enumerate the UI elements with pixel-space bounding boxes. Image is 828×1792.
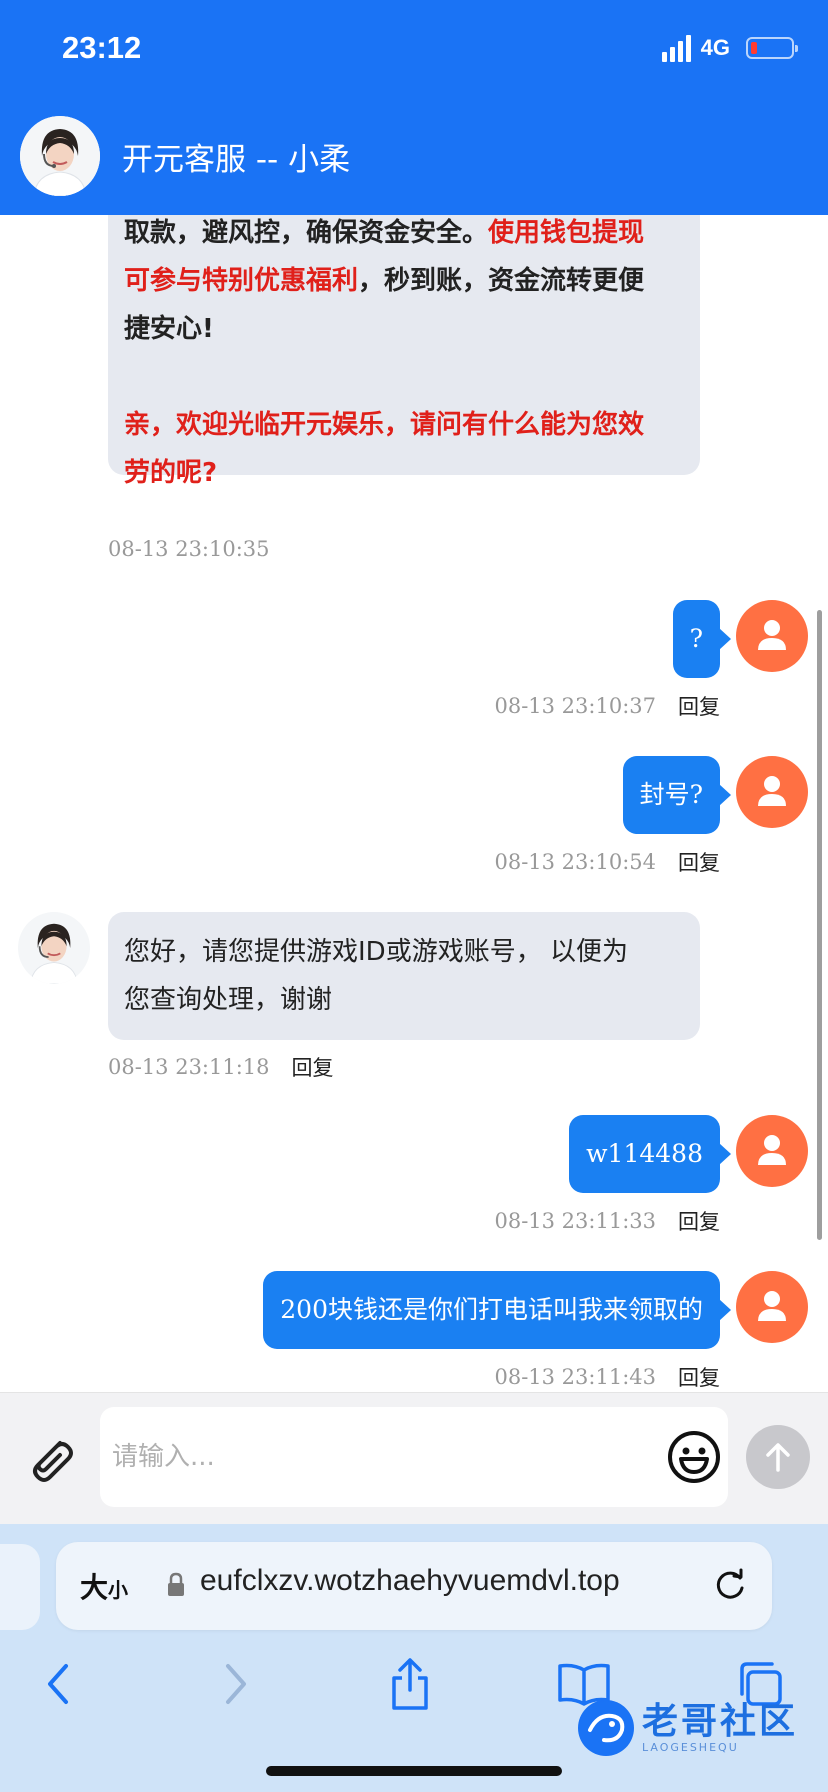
send-button[interactable]: [746, 1425, 810, 1489]
reload-icon[interactable]: [710, 1564, 750, 1604]
message-meta: 08-13 23:11:18 回复: [108, 1052, 334, 1082]
agent-message: 您好，请您提供游戏ID或游戏账号， 以便为 您查询处理，谢谢: [108, 912, 700, 1040]
reply-button[interactable]: 回复: [678, 847, 720, 877]
browser-toolbar: 大小 eufclxzv.wotzhaehyvuemdvl.top 老哥社区 LA…: [0, 1524, 828, 1792]
message-timestamp: 08-13 23:10:37: [494, 694, 656, 718]
reply-button[interactable]: 回复: [678, 1362, 720, 1392]
message-text: 取款，避风控，确保资金安全。: [124, 218, 489, 248]
reply-button[interactable]: 回复: [678, 1206, 720, 1236]
watermark: 老哥社区 LAOGESHEQU: [577, 1700, 798, 1756]
user-avatar: [736, 1271, 808, 1343]
message-timestamp: 08-13 23:11:33: [494, 1209, 656, 1233]
user-message: ?: [672, 600, 732, 678]
status-time: 23:12: [62, 30, 142, 65]
cellular-signal-icon: [661, 34, 691, 62]
message-meta: 08-13 23:11:33 回复: [494, 1206, 720, 1236]
message-text-highlight: 使用钱包提现: [488, 218, 645, 248]
agent-message: 取款，避风控，确保资金安全。使用钱包提现 可参与特别优惠福利，秒到账，资金流转更…: [108, 215, 700, 488]
chat-title: 开元客服 -- 小柔: [122, 141, 351, 178]
message-meta: 08-13 23:11:43 回复: [494, 1362, 720, 1392]
message-line: 劳的呢?: [124, 449, 684, 497]
forward-button[interactable]: [206, 1654, 266, 1714]
message-text: 捷安心!: [124, 314, 214, 344]
url-text: eufclxzv.wotzhaehyvuemdvl.top: [200, 1564, 620, 1597]
message-timestamp: 08-13 23:11:18: [108, 1055, 270, 1079]
message-line: 您好，请您提供游戏ID或游戏账号， 以便为: [124, 937, 628, 967]
chevron-right-icon: [226, 1664, 246, 1704]
message-input[interactable]: [112, 1407, 652, 1507]
message-text: ，秒到账，资金流转更便: [358, 266, 645, 296]
message-text-highlight: 亲，欢迎光临开元娱乐，请问有什么能为您效: [124, 410, 645, 440]
message-line: 可参与特别优惠福利，秒到账，资金流转更便: [124, 257, 684, 305]
network-type: 4G: [700, 35, 730, 60]
text-size-small: 小: [108, 1578, 129, 1602]
user-icon: [758, 1291, 786, 1321]
watermark-subtitle: LAOGESHEQU: [641, 1740, 739, 1754]
message-meta: 08-13 23:10:37 回复: [494, 691, 720, 721]
reply-button[interactable]: 回复: [678, 691, 720, 721]
user-icon: [758, 1135, 786, 1165]
message-text-highlight: 可参与特别优惠福利: [124, 266, 359, 296]
share-icon: [392, 1658, 428, 1710]
chat-area[interactable]: 取款，避风控，确保资金安全。使用钱包提现 可参与特别优惠福利，秒到账，资金流转更…: [0, 215, 828, 1392]
watermark-text: 老哥社区 LAOGESHEQU: [641, 1700, 798, 1754]
user-avatar: [736, 756, 808, 828]
share-button[interactable]: [380, 1654, 440, 1714]
user-message: w114488: [569, 1115, 731, 1193]
agent-info: 开元客服 -- 小柔: [20, 116, 350, 196]
text-size-large: 大: [80, 1571, 109, 1604]
watermark-logo-icon: [577, 1700, 634, 1756]
home-indicator[interactable]: [266, 1766, 562, 1776]
status-indicators: 4G: [661, 34, 798, 62]
attachment-icon[interactable]: [22, 1429, 78, 1485]
app-header: 23:12 4G 开元客服 -- 小柔: [0, 0, 828, 215]
user-icon: [758, 620, 786, 650]
user-avatar: [736, 1115, 808, 1187]
previous-tab-preview[interactable]: [0, 1544, 40, 1630]
address-bar[interactable]: 大小 eufclxzv.wotzhaehyvuemdvl.top: [56, 1542, 772, 1630]
arrow-up-icon: [766, 1443, 790, 1472]
composer-bar: [0, 1392, 828, 1524]
message-meta: 08-13 23:10:35: [108, 537, 270, 561]
watermark-title: 老哥社区: [641, 1700, 798, 1742]
emoji-icon[interactable]: [666, 1429, 722, 1485]
reply-button[interactable]: 回复: [292, 1052, 334, 1082]
agent-avatar: [18, 912, 90, 984]
user-message: 200块钱还是你们打电话叫我来领取的: [263, 1271, 731, 1349]
user-avatar: [736, 600, 808, 672]
message-line: 您查询处理，谢谢: [124, 985, 333, 1015]
user-icon: [758, 776, 786, 806]
message-timestamp: 08-13 23:10:35: [108, 537, 270, 561]
chevron-left-icon: [48, 1664, 68, 1704]
back-button[interactable]: [28, 1654, 88, 1714]
user-message: 封号?: [622, 756, 732, 834]
message-timestamp: 08-13 23:11:43: [494, 1365, 656, 1389]
message-input-container: [100, 1407, 728, 1507]
message-meta: 08-13 23:10:54 回复: [494, 847, 720, 877]
text-size-button[interactable]: 大小: [80, 1566, 128, 1606]
message-text-highlight: 劳的呢?: [124, 458, 218, 488]
battery-icon: [746, 37, 798, 59]
message-line: 取款，避风控，确保资金安全。使用钱包提现: [124, 215, 684, 257]
message-timestamp: 08-13 23:10:54: [494, 850, 656, 874]
message-line: 捷安心!: [124, 305, 684, 353]
message-line: 亲，欢迎光临开元娱乐，请问有什么能为您效: [124, 401, 684, 449]
chat-scrollbar[interactable]: [817, 610, 822, 1240]
lock-icon: [168, 1572, 184, 1596]
agent-avatar: [20, 116, 100, 196]
